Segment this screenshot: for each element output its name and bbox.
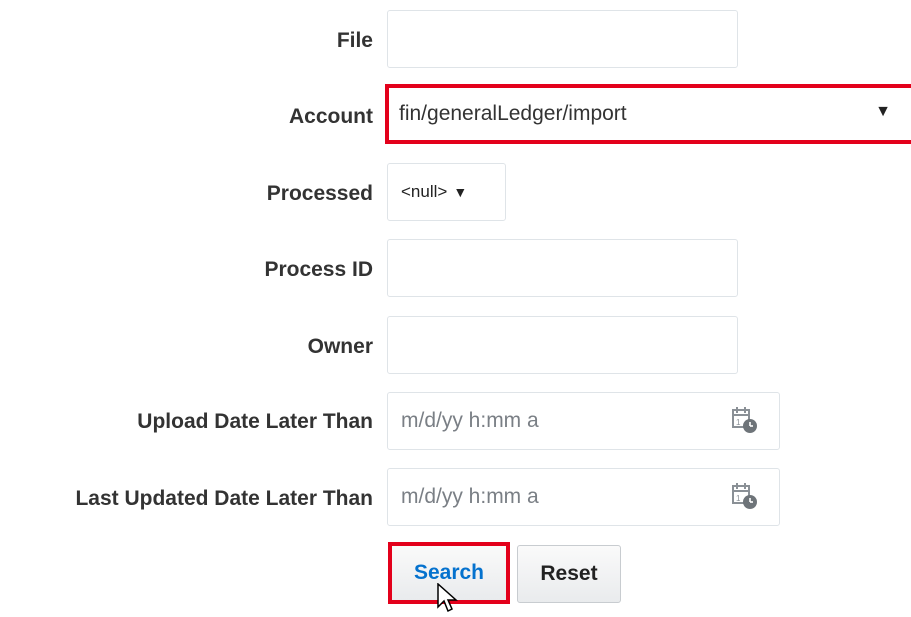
last-updated-date-label: Last Updated Date Later Than — [75, 487, 373, 510]
mouse-cursor-icon — [437, 583, 458, 613]
svg-text:1: 1 — [736, 418, 741, 427]
chevron-down-icon: ▼ — [875, 103, 891, 120]
processed-select-value: <null> — [401, 182, 448, 201]
account-select-value: fin/generalLedger/import — [399, 102, 627, 125]
upload-date-placeholder: m/d/yy h:mm a — [401, 409, 539, 432]
file-input[interactable] — [387, 10, 738, 68]
calendar-clock-icon[interactable]: 1 — [731, 481, 759, 511]
svg-text:1: 1 — [736, 494, 741, 503]
search-form: File Account fin/generalLedger/import ▼ … — [0, 0, 911, 617]
upload-date-label: Upload Date Later Than — [137, 410, 373, 433]
process-id-label: Process ID — [264, 258, 373, 281]
processed-select[interactable]: <null> ▼ — [387, 163, 506, 221]
reset-button[interactable]: Reset — [517, 545, 621, 603]
upload-date-input[interactable]: m/d/yy h:mm a 1 — [387, 392, 780, 450]
owner-label: Owner — [307, 335, 373, 358]
calendar-clock-icon[interactable]: 1 — [731, 405, 759, 435]
last-updated-date-placeholder: m/d/yy h:mm a — [401, 485, 539, 508]
process-id-input[interactable] — [387, 239, 738, 297]
processed-label: Processed — [266, 182, 373, 205]
owner-input[interactable] — [387, 316, 738, 374]
file-label: File — [336, 29, 373, 52]
last-updated-date-input[interactable]: m/d/yy h:mm a 1 — [387, 468, 780, 526]
account-label: Account — [289, 105, 373, 128]
chevron-down-icon: ▼ — [453, 184, 468, 200]
account-select[interactable]: fin/generalLedger/import ▼ — [385, 84, 911, 144]
